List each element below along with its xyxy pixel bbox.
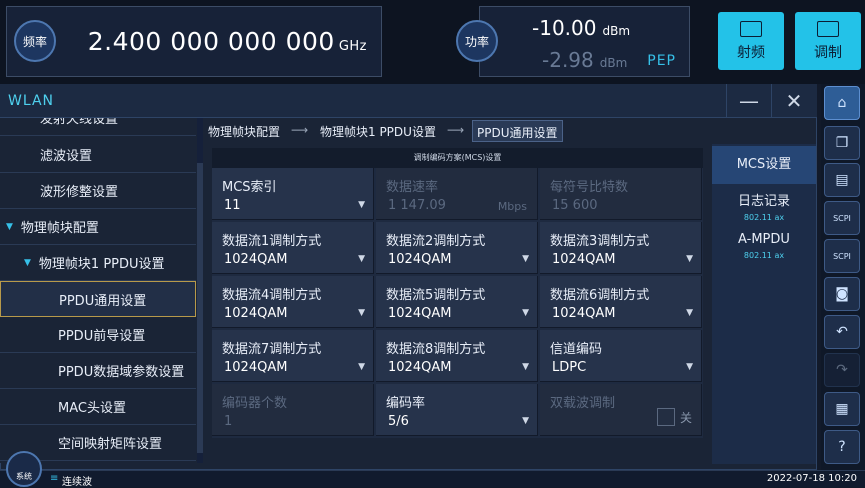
panel-title: 调制编码方案(MCS)设置: [212, 148, 703, 168]
rf-button[interactable]: 射频: [718, 12, 784, 70]
chevron-down-icon: ▼: [522, 416, 529, 426]
tree-item-frame-block[interactable]: ▼ 物理帧块配置: [0, 209, 196, 245]
window-titlebar: WLAN — ✕: [0, 84, 817, 118]
scpi-record-button[interactable]: SCPI: [824, 201, 860, 235]
channel-coding-select[interactable]: 信道编码 LDPC ▼: [540, 330, 702, 382]
tree-item-ppdu-setting[interactable]: ▼ 物理帧块1 PPDU设置: [0, 245, 196, 281]
tab-log[interactable]: 日志记录 802.11 ax: [712, 190, 816, 224]
chevron-down-icon: ▼: [686, 254, 693, 264]
camera-icon: ◙: [835, 286, 849, 302]
pep-label: PEP: [647, 53, 676, 69]
forward-arrow-icon: ↷: [836, 362, 848, 378]
stream2-modulation-select[interactable]: 数据流2调制方式 1024QAM ▼: [376, 222, 538, 274]
tab-ampdu[interactable]: A-MPDU 802.11 ax: [712, 232, 816, 266]
frequency-button[interactable]: 频率: [14, 20, 56, 62]
tree-item-ppdu-preamble[interactable]: PPDU前导设置: [0, 317, 196, 353]
stream6-modulation-select[interactable]: 数据流6调制方式 1024QAM ▼: [540, 276, 702, 328]
windows-icon: ❐: [835, 135, 849, 151]
stream7-modulation-select[interactable]: 数据流7调制方式 1024QAM ▼: [212, 330, 374, 382]
power-display[interactable]: 功率 -10.00 dBm -2.98 dBm PEP: [456, 6, 690, 77]
forward-button[interactable]: ↷: [824, 353, 860, 387]
chevron-down-icon: ▼: [686, 308, 693, 318]
expand-arrow-icon: ▼: [6, 221, 13, 232]
datetime: 2022-07-18 10:20: [766, 473, 857, 484]
status-bar: ≡ 连续波 2022-07-18 10:20: [0, 470, 865, 488]
tree-item-mac-header[interactable]: MAC头设置: [0, 389, 196, 425]
pulse-icon: [817, 20, 839, 37]
scroll-thumb[interactable]: [197, 163, 203, 453]
encoder-count-field: 编码器个数 1: [212, 384, 374, 436]
modulation-button[interactable]: 调制: [795, 12, 861, 70]
stream8-modulation-select[interactable]: 数据流8调制方式 1024QAM ▼: [376, 330, 538, 382]
back-button[interactable]: ↶: [824, 315, 860, 349]
monitor-icon: ▤: [835, 172, 849, 188]
chevron-down-icon: ▼: [358, 362, 365, 372]
breadcrumb-separator: ⟶: [447, 123, 465, 137]
breadcrumb-ppdu-setting[interactable]: 物理帧块1 PPDU设置: [320, 123, 436, 140]
home-button[interactable]: ⌂: [824, 86, 860, 120]
tree-item-ppdu-general[interactable]: PPDU通用设置: [0, 281, 196, 317]
close-button[interactable]: ✕: [771, 84, 816, 118]
tab-mcs-setting[interactable]: MCS设置: [712, 146, 816, 184]
dual-carrier-modulation[interactable]: 双载波调制关: [540, 384, 702, 436]
scpi-icon: SCPI: [833, 213, 851, 223]
minimize-button[interactable]: —: [726, 84, 771, 118]
cw-icon: ≡: [50, 473, 59, 484]
chevron-down-icon: ▼: [522, 362, 529, 372]
display-button[interactable]: ▤: [824, 163, 860, 197]
scpi-button[interactable]: SCPI: [824, 239, 860, 273]
expand-arrow-icon: ▼: [24, 257, 31, 268]
home-icon: ⌂: [837, 95, 847, 111]
dcm-checkbox[interactable]: [657, 408, 675, 426]
chevron-down-icon: ▼: [358, 254, 365, 264]
chevron-down-icon: ▼: [522, 308, 529, 318]
frequency-value: 2.400 000 000 000 GHz: [87, 27, 367, 56]
windows-button[interactable]: ❐: [824, 126, 860, 160]
power-button[interactable]: 功率: [456, 20, 498, 62]
back-arrow-icon: ↶: [836, 324, 848, 340]
stream4-modulation-select[interactable]: 数据流4调制方式 1024QAM ▼: [212, 276, 374, 328]
settings-tree: 发射天线设置 滤波设置 波形修整设置 ▼ 物理帧块配置 ▼ 物理帧块1 PPDU设置…: [0, 118, 196, 463]
mode-status: 连续波: [62, 477, 92, 488]
screenshot-button[interactable]: ◙: [824, 277, 860, 311]
tree-scrollbar[interactable]: [197, 118, 203, 463]
help-icon: ?: [838, 439, 846, 455]
pep-value: -2.98 dBm: [542, 48, 628, 72]
bits-per-symbol-field: 每符号比特数 15 600: [540, 168, 702, 220]
window-title: WLAN: [8, 93, 55, 109]
frequency-display[interactable]: 频率 2.400 000 000 000 GHz: [6, 6, 382, 77]
stream3-modulation-select[interactable]: 数据流3调制方式 1024QAM ▼: [540, 222, 702, 274]
code-rate-select[interactable]: 编码率 5/6 ▼: [376, 384, 538, 436]
breadcrumb-separator: ⟶: [291, 123, 309, 137]
breadcrumb: 物理帧块配置 ⟶ 物理帧块1 PPDU设置 ⟶ PPDU通用设置: [204, 120, 816, 144]
scpi-doc-icon: SCPI: [833, 251, 851, 261]
mcs-index-select[interactable]: MCS索引 11 ▼: [212, 168, 374, 220]
chevron-down-icon: ▼: [686, 362, 693, 372]
tree-item-tx-antenna[interactable]: 发射天线设置: [0, 118, 196, 136]
help-button[interactable]: ?: [824, 430, 860, 464]
chevron-down-icon: ▼: [358, 308, 365, 318]
stream5-modulation-select[interactable]: 数据流5调制方式 1024QAM ▼: [376, 276, 538, 328]
power-value: -10.00 dBm: [532, 16, 631, 40]
grid-icon: ▦: [835, 401, 849, 417]
tree-item-filter[interactable]: 滤波设置: [0, 137, 196, 173]
chevron-down-icon: ▼: [522, 254, 529, 264]
tree-item-ppdu-data[interactable]: PPDU数据域参数设置: [0, 353, 196, 389]
chevron-down-icon: ▼: [358, 200, 365, 210]
waveform-icon: [740, 20, 762, 37]
breadcrumb-frame-block[interactable]: 物理帧块配置: [208, 123, 280, 140]
stream1-modulation-select[interactable]: 数据流1调制方式 1024QAM ▼: [212, 222, 374, 274]
layout-button[interactable]: ▦: [824, 392, 860, 426]
breadcrumb-current[interactable]: PPDU通用设置: [472, 120, 563, 142]
data-rate-field: 数据速率 1 147.09 Mbps: [376, 168, 538, 220]
system-button[interactable]: 系统: [6, 451, 42, 487]
tree-item-waveform-shaping[interactable]: 波形修整设置: [0, 173, 196, 209]
